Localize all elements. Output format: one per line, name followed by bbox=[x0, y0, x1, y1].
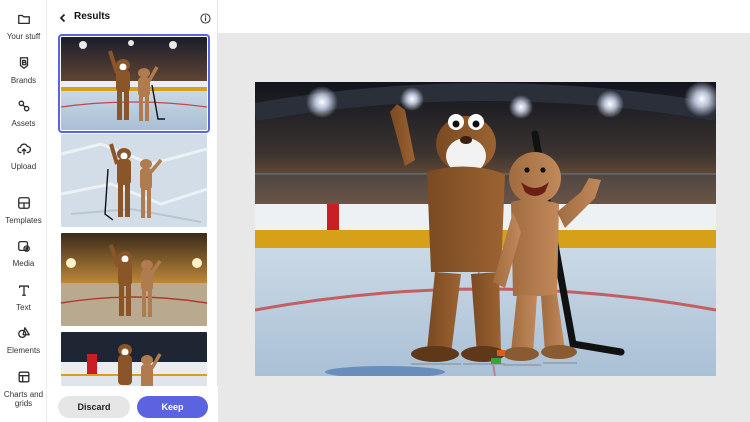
result-thumbnail-1[interactable] bbox=[58, 34, 210, 133]
chevron-left-icon bbox=[59, 13, 66, 23]
media-icon bbox=[17, 240, 30, 252]
rail-item-text[interactable]: Text bbox=[0, 283, 47, 312]
keep-button[interactable]: Keep bbox=[137, 396, 208, 418]
elements-icon bbox=[17, 327, 30, 339]
result-thumbnail-3[interactable] bbox=[61, 233, 207, 326]
rail-item-label: Brands bbox=[10, 76, 37, 85]
panel-footer: Discard Keep bbox=[47, 386, 218, 422]
main-canvas-image[interactable] bbox=[255, 82, 716, 376]
rail-item-label: Your stuff bbox=[6, 32, 41, 41]
charts-grids-icon bbox=[18, 371, 29, 383]
text-icon bbox=[18, 285, 29, 296]
rail-item-label: Charts and grids bbox=[3, 390, 44, 408]
info-icon bbox=[200, 13, 211, 24]
panel-header: Results bbox=[47, 0, 218, 34]
rail-item-label: Templates bbox=[5, 216, 42, 225]
result-thumbnail-2[interactable] bbox=[61, 134, 207, 227]
canvas-area[interactable] bbox=[218, 33, 750, 422]
left-rail: Your stuff Brands Assets Upload Template… bbox=[0, 0, 47, 422]
rail-item-label: Upload bbox=[10, 162, 37, 171]
templates-icon bbox=[17, 197, 30, 209]
rail-item-brands[interactable]: Brands bbox=[0, 56, 47, 85]
rail-item-media[interactable]: Media bbox=[0, 239, 47, 268]
discard-button[interactable]: Discard bbox=[58, 396, 130, 418]
shapes-icon bbox=[18, 100, 29, 112]
results-panel: Results Discard Keep bbox=[47, 0, 218, 422]
rail-item-upload[interactable]: Upload bbox=[0, 142, 47, 171]
rail-item-charts-and-grids[interactable]: Charts and grids bbox=[0, 370, 47, 408]
folder-icon bbox=[17, 14, 30, 25]
brand-icon bbox=[19, 57, 28, 69]
panel-title: Results bbox=[74, 11, 111, 22]
back-button[interactable] bbox=[58, 10, 70, 24]
rail-item-label: Elements bbox=[6, 346, 41, 355]
upload-icon bbox=[16, 143, 31, 155]
rail-item-templates[interactable]: Templates bbox=[0, 196, 47, 225]
rail-item-elements[interactable]: Elements bbox=[0, 326, 47, 355]
rail-item-assets[interactable]: Assets bbox=[0, 99, 47, 128]
rail-item-label: Assets bbox=[11, 119, 36, 128]
rail-item-label: Media bbox=[12, 259, 35, 268]
result-thumbnail-4[interactable] bbox=[61, 332, 207, 386]
rail-item-your-stuff[interactable]: Your stuff bbox=[0, 12, 47, 41]
top-bar bbox=[218, 0, 750, 33]
results-list bbox=[47, 34, 218, 386]
rail-item-label: Text bbox=[16, 303, 31, 312]
info-button[interactable] bbox=[200, 11, 211, 24]
